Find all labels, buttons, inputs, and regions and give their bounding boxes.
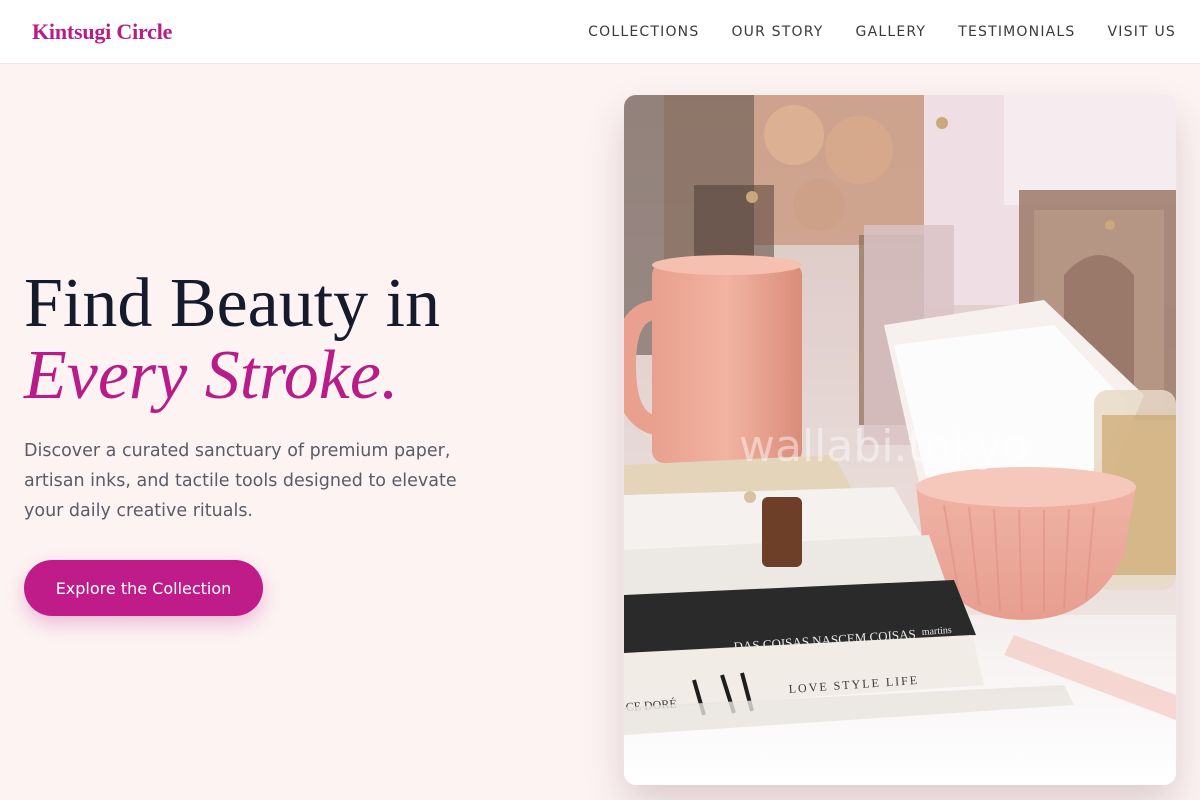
hero-photo: DAS COISAS NASCEM COISAS munari martins … — [624, 95, 1176, 785]
stationery-still-life-image: DAS COISAS NASCEM COISAS munari martins … — [624, 95, 1176, 785]
book-spine-publisher: martins — [921, 625, 952, 638]
hero-section: Find Beauty in Every Stroke. Discover a … — [24, 268, 544, 616]
nav-item-our-story[interactable]: OUR STORY — [731, 24, 823, 40]
hero-headline: Find Beauty in Every Stroke. — [24, 268, 544, 412]
image-watermark: wallabi.tokyo — [739, 421, 1029, 472]
hero-description: Discover a curated sanctuary of premium … — [24, 441, 457, 521]
hero-headline-accent: Every Stroke. — [24, 337, 399, 414]
brand-logo[interactable]: Kintsugi Circle — [32, 19, 172, 45]
main-nav: COLLECTIONS OUR STORY GALLERY TESTIMONIA… — [588, 24, 1176, 40]
nav-item-testimonials[interactable]: TESTIMONIALS — [958, 24, 1075, 40]
site-header: Kintsugi Circle COLLECTIONS OUR STORY GA… — [0, 0, 1200, 64]
explore-collection-button[interactable]: Explore the Collection — [24, 560, 263, 616]
hero-headline-line1: Find Beauty in — [24, 265, 441, 342]
nav-item-collections[interactable]: COLLECTIONS — [588, 24, 699, 40]
nav-item-visit-us[interactable]: VISIT US — [1108, 24, 1176, 40]
nav-item-gallery[interactable]: GALLERY — [856, 24, 927, 40]
